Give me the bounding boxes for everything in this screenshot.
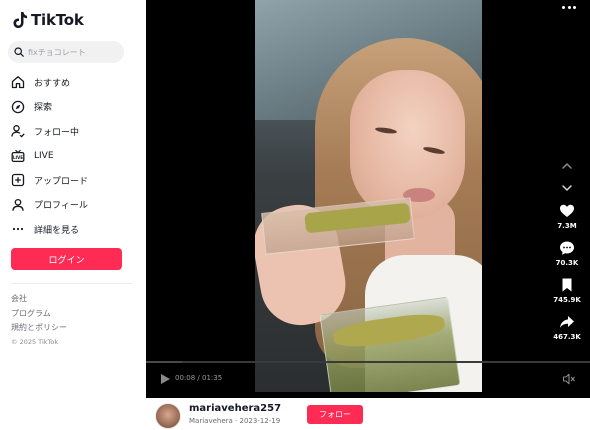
like-count: 7.3M xyxy=(557,222,577,230)
sidebar-item-upload[interactable]: アップロード xyxy=(11,168,139,193)
sidebar-footer: 会社 プログラム 規約とポリシー © 2025 TikTok xyxy=(11,292,67,346)
current-time: 00:08 xyxy=(175,374,196,382)
upload-plus-icon xyxy=(11,174,25,187)
comment-count: 70.3K xyxy=(555,259,579,267)
progress-bar[interactable] xyxy=(146,361,590,363)
tiktok-app: TikTok おすすめ 探索 フォロー中 LIVE xyxy=(0,0,590,430)
author-username[interactable]: mariavehera257 xyxy=(189,403,281,414)
footer-link-terms[interactable]: 規約とポリシー xyxy=(11,321,67,336)
compass-icon xyxy=(11,100,25,113)
login-button[interactable]: ログイン xyxy=(11,248,122,270)
time-readout: 00:08 / 01:35 xyxy=(175,374,223,382)
footer-link-program[interactable]: プログラム xyxy=(11,307,67,322)
heart-icon xyxy=(560,204,574,217)
share-arrow-icon xyxy=(560,316,574,328)
tiktok-logo-icon xyxy=(13,12,27,28)
chevron-up-icon[interactable] xyxy=(560,159,574,173)
sidebar-item-more[interactable]: 詳細を見る xyxy=(11,217,139,242)
more-dots-icon xyxy=(12,228,24,231)
progress-fill xyxy=(146,361,182,363)
live-tv-icon: LIVE xyxy=(11,149,25,162)
logo-text: TikTok xyxy=(31,11,84,29)
search-box[interactable] xyxy=(8,41,124,63)
home-icon xyxy=(11,76,25,89)
chevron-down-icon[interactable] xyxy=(560,181,574,195)
save-count: 745.9K xyxy=(553,296,581,304)
video-player[interactable]: 7.3M 70.3K 745.9K 467.3K 00:08 / 01:35 xyxy=(146,0,590,398)
sidebar-item-label: アップロード xyxy=(34,176,89,187)
search-icon xyxy=(14,47,24,57)
tiktok-logo[interactable]: TikTok xyxy=(12,11,84,29)
sidebar-item-label: LIVE xyxy=(34,150,54,161)
action-bar: 7.3M 70.3K 745.9K 467.3K xyxy=(550,203,584,351)
author-meta: Mariavehera · 2023-12-19 xyxy=(189,417,281,425)
sidebar-item-profile[interactable]: プロフィール xyxy=(11,193,139,218)
like-button[interactable]: 7.3M xyxy=(550,203,584,240)
follow-button[interactable]: フォロー xyxy=(307,405,363,424)
avatar[interactable] xyxy=(155,403,181,429)
comment-icon xyxy=(560,241,574,255)
sidebar-item-label: フォロー中 xyxy=(34,127,80,138)
play-icon[interactable] xyxy=(159,373,171,385)
author-display-name: Mariavehera xyxy=(189,417,233,425)
comment-button[interactable]: 70.3K xyxy=(550,240,584,277)
sidebar-item-label: プロフィール xyxy=(34,201,88,212)
user-follow-icon xyxy=(11,125,25,138)
bookmark-icon xyxy=(562,278,572,292)
share-button[interactable]: 467.3K xyxy=(550,314,584,351)
sidebar-item-explore[interactable]: 探索 xyxy=(11,95,139,120)
post-date: 2023-12-19 xyxy=(239,417,281,425)
sidebar-item-following[interactable]: フォロー中 xyxy=(11,119,139,144)
sidebar-item-label: 探索 xyxy=(34,103,53,114)
sidebar-item-label: 詳細を見る xyxy=(34,225,80,236)
svg-text:LIVE: LIVE xyxy=(13,155,23,160)
save-button[interactable]: 745.9K xyxy=(550,277,584,314)
sidebar-divider xyxy=(11,283,132,284)
sidebar-item-for-you[interactable]: おすすめ xyxy=(11,70,139,95)
sidebar-nav: おすすめ 探索 フォロー中 LIVE LIVE アップロード プロフィール 詳細… xyxy=(11,70,139,242)
sidebar-item-live[interactable]: LIVE LIVE xyxy=(11,144,139,169)
video-frame[interactable] xyxy=(255,0,482,392)
footer-link-company[interactable]: 会社 xyxy=(11,292,67,307)
copyright-text: © 2025 TikTok xyxy=(11,337,59,346)
share-count: 467.3K xyxy=(553,333,581,341)
search-input[interactable] xyxy=(28,47,118,57)
more-options-icon[interactable] xyxy=(562,2,576,12)
author-bar: mariavehera257 Mariavehera · 2023-12-19 … xyxy=(146,398,590,430)
sidebar-item-label: おすすめ xyxy=(34,78,71,89)
duration: 01:35 xyxy=(202,374,223,382)
profile-icon xyxy=(12,198,24,211)
sidebar: TikTok おすすめ 探索 フォロー中 LIVE xyxy=(0,0,146,430)
volume-muted-icon[interactable] xyxy=(562,372,576,386)
